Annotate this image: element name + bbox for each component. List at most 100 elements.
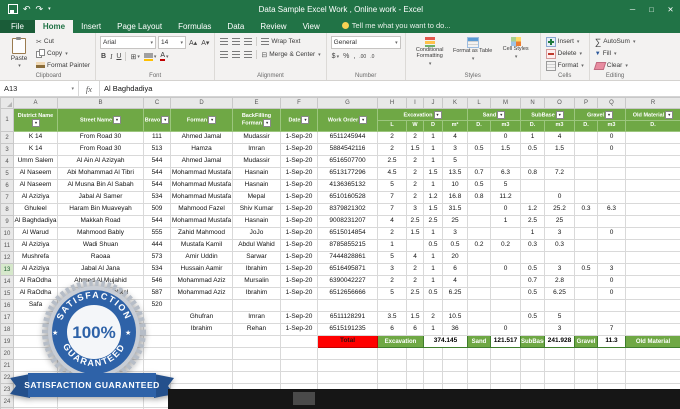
sheet-cell[interactable] <box>467 227 491 240</box>
sheet-cell[interactable] <box>423 299 443 312</box>
sheet-cell[interactable]: Al Baghdadiya <box>13 215 58 228</box>
formula-input[interactable]: Al Baghdadiya <box>100 81 680 96</box>
sheet-cell[interactable]: 0.3 <box>544 239 575 252</box>
sheet-cell[interactable]: 555 <box>143 227 171 240</box>
increase-decimal-button[interactable]: .00 <box>358 51 367 62</box>
sheet-cell[interactable]: K 14 <box>13 143 58 156</box>
sheet-cell[interactable]: 0 <box>544 191 575 204</box>
sheet-cell[interactable]: Zahid Mahmood <box>170 227 233 240</box>
column-header-P[interactable]: P <box>574 97 598 109</box>
sheet-cell[interactable] <box>467 155 491 168</box>
sheet-cell[interactable]: 0.5 <box>467 179 491 192</box>
sheet-cell[interactable]: Ibrahim <box>232 263 281 276</box>
align-right-button[interactable] <box>243 49 253 60</box>
header-sub-cell[interactable]: D. <box>520 120 545 132</box>
sheet-cell[interactable] <box>490 311 521 324</box>
sheet-cell[interactable] <box>574 167 598 180</box>
row-header-11[interactable]: 11 <box>0 239 14 252</box>
sheet-cell[interactable] <box>597 311 626 324</box>
sheet-cell[interactable] <box>574 347 598 360</box>
sheet-cell[interactable] <box>467 323 491 336</box>
sheet-cell[interactable]: 544 <box>143 155 171 168</box>
header-cell[interactable]: Date ▾ <box>280 108 318 132</box>
row-header-3[interactable]: 3 <box>0 143 14 156</box>
save-icon[interactable] <box>8 4 18 14</box>
sheet-cell[interactable]: 544 <box>143 167 171 180</box>
sheet-cell[interactable]: Al Aziziya <box>13 191 58 204</box>
sheet-cell[interactable] <box>625 215 680 228</box>
sheet-cell[interactable]: Jabal Al Jana <box>57 263 144 276</box>
sheet-cell[interactable] <box>574 155 598 168</box>
sheet-cell[interactable]: 0 <box>597 131 626 144</box>
sheet-cell[interactable]: Ghuleel <box>13 203 58 216</box>
row-header-6[interactable]: 6 <box>0 179 14 192</box>
sheet-cell[interactable]: 444 <box>143 239 171 252</box>
column-header-F[interactable]: F <box>280 97 318 109</box>
sheet-cell[interactable]: Mustafa Kamil <box>170 239 233 252</box>
sheet-cell[interactable]: Sarwar <box>232 251 281 264</box>
sheet-cell[interactable]: 5 <box>377 287 407 300</box>
sheet-cell[interactable] <box>544 179 575 192</box>
sheet-cell[interactable]: 1.2 <box>423 191 443 204</box>
sheet-cell[interactable]: 0 <box>597 275 626 288</box>
sheet-cell[interactable] <box>170 335 233 348</box>
sheet-cell[interactable]: 1-Sep-20 <box>280 203 318 216</box>
minimize-button[interactable]: ─ <box>623 0 642 18</box>
sheet-cell[interactable] <box>597 371 626 384</box>
header-sub-cell[interactable]: m3 <box>544 120 575 132</box>
sheet-cell[interactable]: 2.5 <box>520 215 545 228</box>
row-header-5[interactable]: 5 <box>0 167 14 180</box>
header-sub-cell[interactable]: W <box>406 120 424 132</box>
sheet-cell[interactable]: 2.5 <box>406 215 424 228</box>
sheet-cell[interactable]: Mahmood Fazel <box>170 203 233 216</box>
sheet-cell[interactable]: Mohammad Mustafa <box>170 167 233 180</box>
sheet-cell[interactable]: Al Musna Bin Al Sabah <box>57 179 144 192</box>
summary-label[interactable]: Gravel <box>574 335 598 348</box>
sheet-cell[interactable]: Hasnain <box>232 179 281 192</box>
sheet-cell[interactable] <box>574 143 598 156</box>
column-header-D[interactable]: D <box>170 97 233 109</box>
column-header-G[interactable]: G <box>317 97 378 109</box>
sheet-cell[interactable]: 5 <box>490 179 521 192</box>
header-group-cell[interactable]: Sand ▾ <box>467 108 521 121</box>
sheet-cell[interactable] <box>625 167 680 180</box>
row-header-4[interactable]: 4 <box>0 155 14 168</box>
sheet-cell[interactable]: 10.5 <box>442 311 468 324</box>
sheet-cell[interactable]: 5 <box>442 155 468 168</box>
sheet-cell[interactable] <box>490 227 521 240</box>
filter-icon[interactable]: ▾ <box>301 116 310 124</box>
sheet-cell[interactable]: 1-Sep-20 <box>280 251 318 264</box>
sheet-cell[interactable]: 544 <box>143 215 171 228</box>
sheet-cell[interactable] <box>406 299 424 312</box>
column-header-A[interactable]: A <box>13 97 58 109</box>
sheet-cell[interactable] <box>467 371 491 384</box>
sheet-cell[interactable]: 6516507700 <box>317 155 378 168</box>
sheet-cell[interactable] <box>625 131 680 144</box>
sheet-cell[interactable]: 6.3 <box>597 203 626 216</box>
sheet-cell[interactable]: Haram Bin Muaveyah <box>57 203 144 216</box>
row-header-1[interactable]: 1 <box>0 108 14 132</box>
sheet-cell[interactable] <box>442 347 468 360</box>
sheet-cell[interactable]: 1 <box>520 227 545 240</box>
borders-button[interactable]: ⊞ ▾ <box>129 51 140 62</box>
summary-label[interactable]: SubBase <box>520 335 545 348</box>
sheet-cell[interactable]: Mohammad Aziz <box>170 275 233 288</box>
column-header-Q[interactable]: Q <box>597 97 626 109</box>
tab-formulas[interactable]: Formulas <box>170 20 219 33</box>
filter-icon[interactable]: ▾ <box>665 110 674 119</box>
sheet-cell[interactable] <box>597 251 626 264</box>
sheet-cell[interactable]: Al Aziziya <box>13 263 58 276</box>
sheet-cell[interactable] <box>490 371 521 384</box>
font-color-button[interactable]: A ▾ <box>159 51 169 62</box>
sheet-cell[interactable] <box>625 263 680 276</box>
sheet-cell[interactable]: Mushrefa <box>13 251 58 264</box>
increase-font-button[interactable]: A▴ <box>188 37 198 48</box>
column-header-N[interactable]: N <box>520 97 545 109</box>
sheet-cell[interactable] <box>574 179 598 192</box>
header-sub-cell[interactable]: m3 <box>597 120 626 132</box>
sheet-cell[interactable] <box>490 275 521 288</box>
sheet-cell[interactable] <box>280 347 318 360</box>
sheet-cell[interactable]: 1.5 <box>490 143 521 156</box>
filter-icon[interactable]: ▾ <box>605 110 614 119</box>
sheet-cell[interactable]: 0 <box>597 287 626 300</box>
